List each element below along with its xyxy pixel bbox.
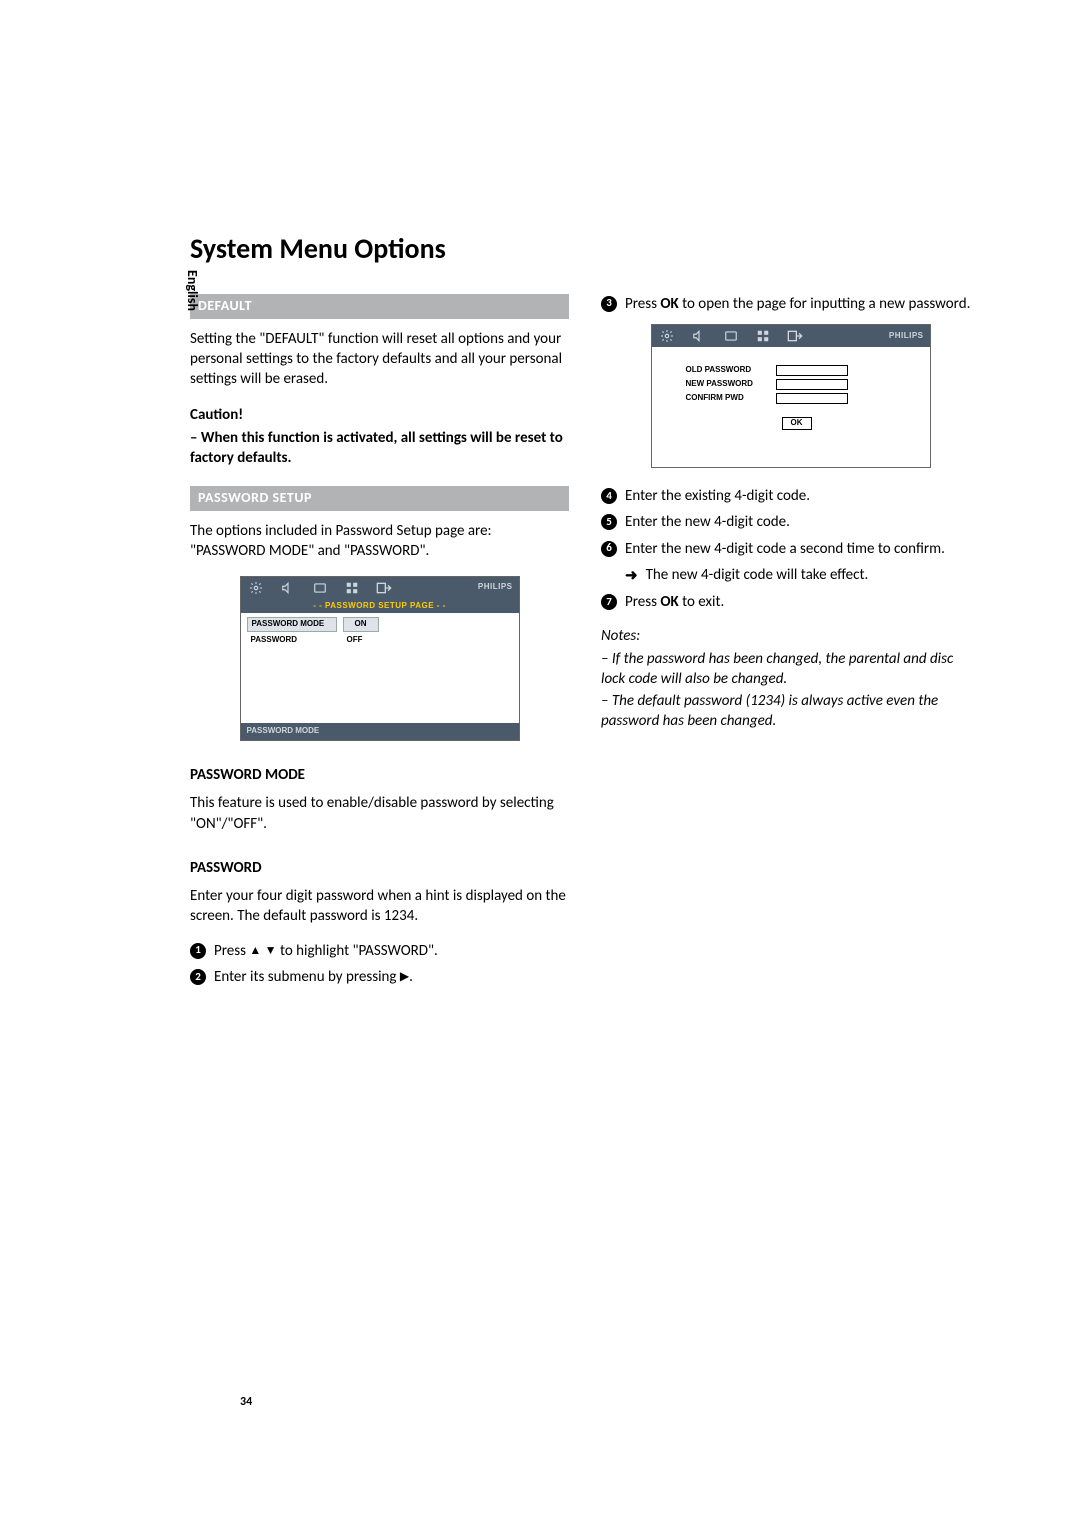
step-2-pre: Enter its submenu by pressing	[214, 968, 400, 986]
osd-ok-button: OK	[782, 417, 812, 430]
exit-icon	[786, 329, 804, 343]
step-6-result-text: The new 4-digit code will take effect.	[646, 565, 869, 585]
osd-brand-label: PHILIPS	[478, 582, 513, 593]
caution-heading: Caution!	[190, 405, 569, 425]
osd-key: PASSWORD	[247, 634, 337, 647]
speaker-icon	[690, 329, 708, 343]
caution-body: – When this function is activated, all s…	[190, 428, 569, 469]
grid-icon	[754, 329, 772, 343]
step-number-icon: 2	[190, 969, 206, 985]
step-number-icon: 4	[601, 488, 617, 504]
password-mode-heading: PASSWORD MODE	[190, 765, 569, 785]
step-number-icon: 6	[601, 541, 617, 557]
osd-row-confirm-password: CONFIRM PWD	[686, 393, 930, 404]
step-1-text: Press ▲ ▼ to highlight "PASSWORD".	[214, 941, 438, 961]
osd-body: PASSWORD MODE ON PASSWORD OFF	[241, 613, 519, 723]
gear-icon	[658, 329, 676, 343]
ok-label: OK	[660, 295, 678, 313]
step-5-text: Enter the new 4-digit code.	[625, 512, 790, 532]
step-1-pre: Press	[214, 942, 249, 960]
osd-tab-bar: PHILIPS	[652, 325, 930, 347]
new-password-label: NEW PASSWORD	[686, 379, 770, 390]
step-4: 4 Enter the existing 4-digit code.	[601, 486, 980, 506]
step-2-post: .	[409, 968, 413, 986]
default-description: Setting the "DEFAULT" function will rese…	[190, 329, 569, 390]
step-3: 3 Press OK to open the page for inputtin…	[601, 294, 980, 314]
step-1: 1 Press ▲ ▼ to highlight "PASSWORD".	[190, 941, 569, 961]
ok-label: OK	[660, 593, 678, 611]
left-column: DEFAULT Setting the "DEFAULT" function w…	[190, 294, 569, 993]
manual-page: System Menu Options DEFAULT Setting the …	[0, 0, 1080, 1053]
step-number-icon: 5	[601, 514, 617, 530]
osd-body: OLD PASSWORD NEW PASSWORD CONFIRM PWD OK	[652, 347, 930, 467]
step-4-text: Enter the existing 4-digit code.	[625, 486, 810, 506]
old-password-field	[776, 365, 848, 376]
step-5: 5 Enter the new 4-digit code.	[601, 512, 980, 532]
osd-value: OFF	[343, 634, 379, 647]
down-triangle-icon: ▼	[265, 944, 277, 958]
password-setup-description: The options included in Password Setup p…	[190, 521, 569, 562]
section-heading-password-setup: PASSWORD SETUP	[190, 486, 569, 511]
video-icon	[311, 581, 329, 595]
osd-value: ON	[343, 617, 379, 632]
old-password-label: OLD PASSWORD	[686, 365, 770, 376]
osd-row-password: PASSWORD OFF	[247, 634, 513, 647]
step-7-pre: Press	[625, 593, 660, 611]
osd-row-password-mode: PASSWORD MODE ON	[247, 617, 513, 632]
step-number-icon: 3	[601, 296, 617, 312]
step-3-post: to open the page for inputting a new pas…	[679, 295, 971, 313]
password-mode-text: This feature is used to enable/disable p…	[190, 793, 569, 834]
right-arrow-icon: ➜	[625, 566, 638, 586]
step-7-text: Press OK to exit.	[625, 592, 724, 612]
confirm-password-field	[776, 393, 848, 404]
password-heading: PASSWORD	[190, 858, 569, 878]
step-3-pre: Press	[625, 295, 660, 313]
osd-row-new-password: NEW PASSWORD	[686, 379, 930, 390]
notes-heading: Notes:	[601, 626, 980, 646]
note-2: – The default password (1234) is always …	[601, 691, 980, 732]
osd-password-entry: PHILIPS OLD PASSWORD NEW PASSWORD CONFIR…	[651, 324, 931, 468]
confirm-password-label: CONFIRM PWD	[686, 393, 770, 404]
step-number-icon: 7	[601, 594, 617, 610]
step-2: 2 Enter its submenu by pressing ▶.	[190, 967, 569, 987]
step-6-result: ➜ The new 4-digit code will take effect.	[625, 565, 980, 586]
right-triangle-icon: ▶	[400, 970, 409, 984]
step-7-post: to exit.	[679, 593, 725, 611]
osd-password-setup-page: PHILIPS - - PASSWORD SETUP PAGE - - PASS…	[240, 576, 520, 742]
osd-footer-label: PASSWORD MODE	[241, 723, 519, 740]
video-icon	[722, 329, 740, 343]
osd-row-old-password: OLD PASSWORD	[686, 365, 930, 376]
step-1-post: to highlight "PASSWORD".	[277, 942, 438, 960]
grid-icon	[343, 581, 361, 595]
step-6: 6 Enter the new 4-digit code a second ti…	[601, 539, 980, 559]
password-text: Enter your four digit password when a hi…	[190, 886, 569, 927]
osd-key: PASSWORD MODE	[247, 617, 337, 632]
language-tab: English	[182, 270, 201, 311]
step-number-icon: 1	[190, 943, 206, 959]
new-password-field	[776, 379, 848, 390]
step-6-text: Enter the new 4-digit code a second time…	[625, 539, 945, 559]
up-triangle-icon: ▲	[249, 944, 261, 958]
page-title: System Menu Options	[190, 230, 980, 268]
page-number: 34	[240, 1394, 252, 1410]
osd-brand-label: PHILIPS	[889, 331, 924, 342]
right-column: 3 Press OK to open the page for inputtin…	[601, 294, 980, 993]
speaker-icon	[279, 581, 297, 595]
step-3-text: Press OK to open the page for inputting …	[625, 294, 970, 314]
two-column-layout: DEFAULT Setting the "DEFAULT" function w…	[190, 294, 980, 993]
notes-block: Notes: – If the password has been change…	[601, 626, 980, 731]
note-1: – If the password has been changed, the …	[601, 649, 980, 690]
osd-page-label: - - PASSWORD SETUP PAGE - -	[241, 599, 519, 614]
gear-icon	[247, 581, 265, 595]
exit-icon	[375, 581, 393, 595]
section-heading-default: DEFAULT	[190, 294, 569, 319]
step-2-text: Enter its submenu by pressing ▶.	[214, 967, 413, 987]
step-7: 7 Press OK to exit.	[601, 592, 980, 612]
osd-tab-bar: PHILIPS	[241, 577, 519, 599]
